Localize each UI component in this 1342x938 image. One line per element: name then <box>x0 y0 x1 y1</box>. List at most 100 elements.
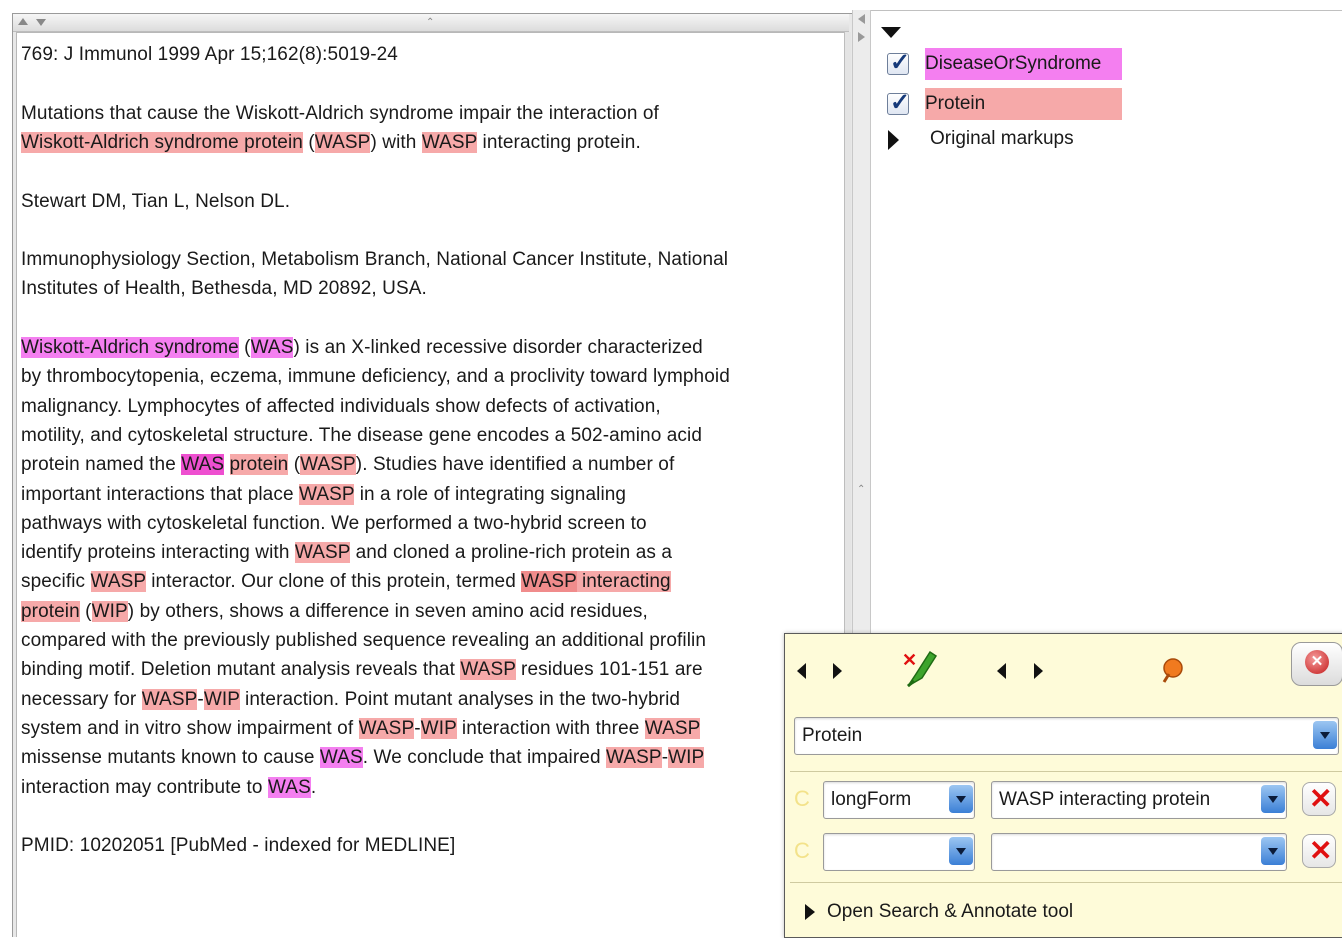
disease-checkbox[interactable]: ✓ <box>887 49 910 76</box>
document-text-run: by thrombocytopenia, eczema, immune defi… <box>21 366 730 388</box>
document-line: malignancy. Lymphocytes of affected indi… <box>21 392 661 421</box>
document-text-run: interaction with three <box>456 717 645 739</box>
previous-annotation-arrow-icon[interactable] <box>797 663 806 679</box>
delete-annotation-pen-icon[interactable]: ✕ <box>900 648 944 692</box>
protein-annotation-highlight[interactable]: WASP <box>294 542 351 564</box>
document-text-area[interactable]: 769: J Immunol 1999 Apr 15;162(8):5019-2… <box>16 32 847 937</box>
previous-feature-arrow-icon[interactable] <box>997 663 1006 679</box>
document-text-run: interactor. Our clone of this protein, t… <box>145 571 522 593</box>
document-line: protein (WIP) by others, shows a differe… <box>21 597 648 626</box>
annotation-type-row-protein[interactable]: ✓ Protein <box>885 87 1145 121</box>
document-text-run: ) by others, shows a difference in seven… <box>127 600 648 622</box>
protein-annotation-highlight[interactable]: WASP <box>314 131 371 153</box>
delete-icon: ✕ <box>1309 835 1333 866</box>
protein-annotation-highlight[interactable]: WIP <box>668 747 705 769</box>
feature-value-select[interactable]: WASP interacting protein <box>991 781 1287 819</box>
document-text-run: - <box>197 688 204 710</box>
document-line: binding motif. Deletion mutant analysis … <box>21 655 703 684</box>
document-text-run: ) with <box>370 131 422 153</box>
disease-annotation-highlight[interactable]: WAS <box>250 337 294 358</box>
collapse-right-arrow-icon[interactable] <box>858 32 865 42</box>
document-text-run: ( <box>238 337 251 358</box>
protein-annotation-highlight[interactable]: WASP <box>299 483 355 505</box>
document-text-run: Institutes of Health, Bethesda, MD 20892… <box>21 278 427 300</box>
scroll-down-arrow-icon[interactable] <box>36 19 46 26</box>
collapse-left-arrow-icon[interactable] <box>858 14 865 24</box>
resize-grip-icon[interactable]: ⌃ <box>426 17 434 28</box>
scroll-up-arrow-icon[interactable] <box>18 18 28 25</box>
protein-annotation-highlight[interactable]: WIP <box>203 688 240 710</box>
chevron-down-icon[interactable] <box>1313 721 1337 749</box>
document-text-run: ( <box>79 600 92 622</box>
pin-icon[interactable] <box>1157 654 1189 686</box>
protein-annotation-highlight[interactable]: WASP <box>90 571 146 593</box>
document-text-run: necessary for <box>21 688 142 710</box>
document-line: Mutations that cause the Wiskott-Aldrich… <box>21 99 659 128</box>
document-text-run: - <box>414 717 421 739</box>
disease-annotation-highlight[interactable]: WAS <box>319 747 363 769</box>
disease-label: DiseaseOrSyndrome <box>925 53 1102 74</box>
document-text-run: ). Studies have identified a number of <box>355 454 675 476</box>
disease-annotation-highlight[interactable]: Wiskott-Aldrich syndrome <box>21 337 239 358</box>
document-line: PMID: 10202051 [PubMed - indexed for MED… <box>21 831 455 860</box>
document-text-run: compared with the previously published s… <box>21 630 707 651</box>
open-search-annotate-toggle[interactable]: Open Search & Annotate tool <box>803 900 1133 926</box>
document-line: Immunophysiology Section, Metabolism Bra… <box>21 245 728 274</box>
annotation-type-value: Protein <box>802 725 863 746</box>
protein-annotation-highlight[interactable]: WASP <box>141 688 198 710</box>
divider-grip-icon: ⌃ <box>857 484 866 495</box>
chevron-down-icon[interactable] <box>1261 785 1285 813</box>
document-text-run: ) is an X-linked recessive disorder char… <box>293 337 703 358</box>
disease-annotation-highlight[interactable]: WAS <box>267 776 311 798</box>
document-line: pathways with cytoskeletal function. We … <box>21 509 647 538</box>
original-markups-row[interactable]: Original markups <box>885 127 1145 155</box>
next-annotation-arrow-icon[interactable] <box>833 663 842 679</box>
document-text-run: PMID: 10202051 [PubMed - indexed for MED… <box>21 835 456 857</box>
checkmark-icon: ✓ <box>890 89 911 116</box>
new-feature-value-select[interactable] <box>991 833 1287 871</box>
next-feature-arrow-icon[interactable] <box>1034 663 1043 679</box>
chevron-down-icon[interactable] <box>949 837 973 865</box>
protein-annotation-highlight[interactable]: interacting <box>576 571 671 593</box>
document-text-run: protein named the <box>21 454 182 476</box>
protein-annotation-highlight[interactable]: WASP <box>606 747 662 769</box>
delete-new-feature-button[interactable]: ✕ <box>1302 834 1336 868</box>
protein-annotation-highlight[interactable]: WASP <box>300 454 356 476</box>
document-line: necessary for WASP-WIP interaction. Poin… <box>21 685 680 714</box>
feature-marker-icon: C <box>794 786 810 811</box>
protein-annotation-highlight[interactable]: WASP <box>358 717 415 739</box>
document-line: identify proteins interacting with WASP … <box>21 538 672 567</box>
protein-annotation-highlight[interactable]: WASP <box>421 131 478 153</box>
close-editor-button[interactable]: ✕ <box>1291 642 1342 686</box>
expand-right-arrow-icon[interactable] <box>888 130 899 150</box>
document-line: Stewart DM, Tian L, Nelson DL. <box>21 187 290 216</box>
document-line: Institutes of Health, Bethesda, MD 20892… <box>21 274 427 303</box>
document-text-run: Immunophysiology Section, Metabolism Bra… <box>21 249 729 271</box>
document-pane-toolbar: ⌃ <box>13 14 849 32</box>
document-text-run: malignancy. Lymphocytes of affected indi… <box>21 395 661 417</box>
protein-checkbox[interactable]: ✓ <box>887 89 910 116</box>
new-feature-name-select[interactable] <box>823 833 975 871</box>
chevron-down-icon[interactable] <box>1261 837 1285 865</box>
disease-annotation-highlight[interactable]: WAS <box>181 454 225 476</box>
feature-name-select[interactable]: longForm <box>823 781 975 819</box>
protein-annotation-highlight[interactable]: protein <box>229 454 289 476</box>
expand-toggle-icon[interactable] <box>881 27 901 38</box>
protein-annotation-highlight[interactable]: Wiskott-Aldrich syndrome protein <box>21 131 303 153</box>
document-text-run: pathways with cytoskeletal function. We … <box>21 512 647 534</box>
protein-annotation-highlight[interactable]: WASP <box>521 571 577 593</box>
protein-annotation-highlight[interactable]: WIP <box>420 717 457 739</box>
annotation-type-select[interactable]: Protein <box>794 717 1339 755</box>
document-line: 769: J Immunol 1999 Apr 15;162(8):5019-2… <box>21 40 398 69</box>
delete-feature-button[interactable]: ✕ <box>1302 782 1336 816</box>
chevron-down-icon[interactable] <box>949 785 973 813</box>
original-markups-label: Original markups <box>930 128 1074 149</box>
open-search-annotate-label: Open Search & Annotate tool <box>827 901 1074 922</box>
protein-annotation-highlight[interactable]: WIP <box>91 600 128 622</box>
protein-annotation-highlight[interactable]: WASP <box>644 717 701 739</box>
document-line: by thrombocytopenia, eczema, immune defi… <box>21 362 730 391</box>
protein-annotation-highlight[interactable]: protein <box>21 600 80 622</box>
document-text-run: important interactions that place <box>21 483 299 505</box>
protein-annotation-highlight[interactable]: WASP <box>460 659 516 681</box>
annotation-type-row-disease[interactable]: ✓ DiseaseOrSyndrome <box>885 47 1145 81</box>
